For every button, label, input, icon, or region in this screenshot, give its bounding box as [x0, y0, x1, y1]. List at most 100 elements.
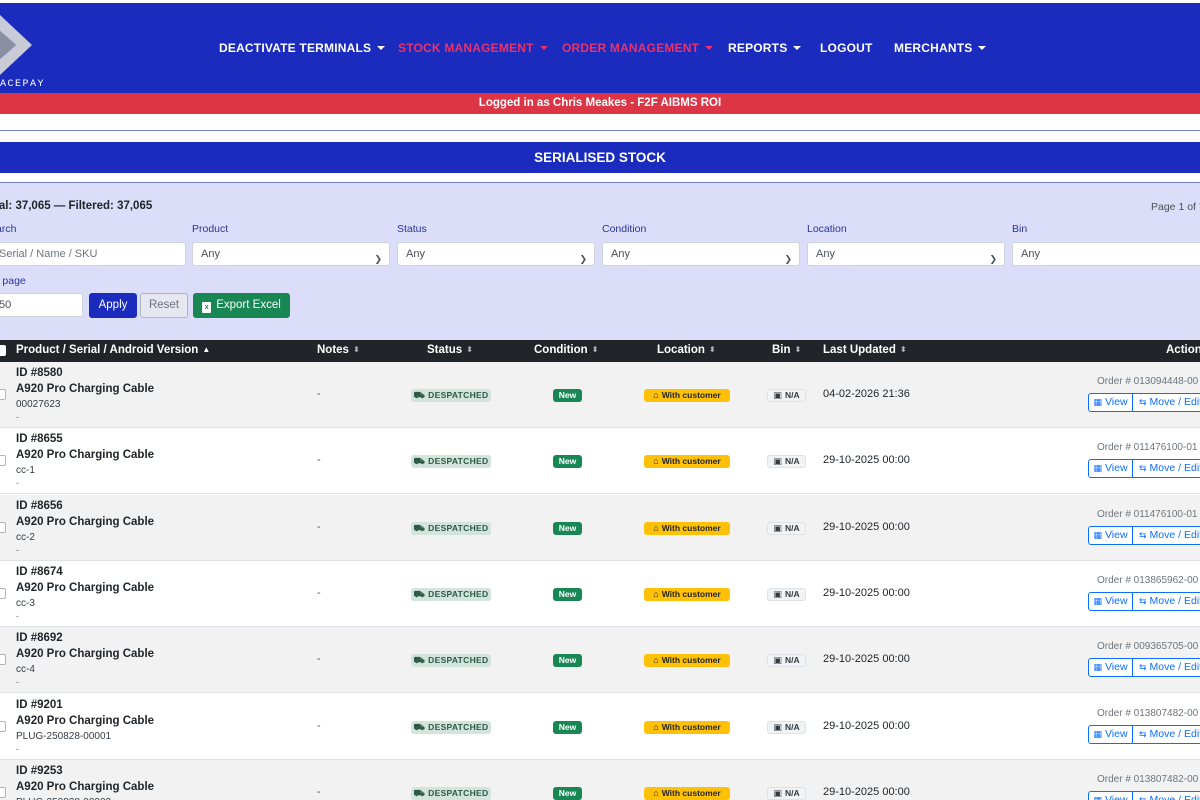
apply-button[interactable]: Apply: [89, 293, 137, 318]
view-button[interactable]: ▦ View: [1088, 526, 1133, 545]
move-edit-button[interactable]: ⇆ Move / Edit: [1132, 459, 1200, 478]
nav-item-stock-management[interactable]: STOCK MANAGEMENT: [398, 41, 548, 55]
product-name: A920 Pro Charging Cable: [16, 516, 155, 528]
row-checkbox[interactable]: [0, 455, 6, 466]
home-icon: ⌂: [653, 523, 659, 533]
nav-item-label: ORDER MANAGEMENT: [562, 41, 700, 55]
status-select[interactable]: Any ❯: [397, 242, 595, 266]
view-button[interactable]: ▦ View: [1088, 393, 1133, 412]
location-badge-label: With customer: [661, 390, 721, 400]
android-version: -: [16, 677, 19, 687]
table-header: Product / Serial / Android Version ▲ Note…: [0, 340, 1200, 362]
condition-select-value: Any: [611, 248, 630, 260]
column-header-status-label: Status: [427, 344, 463, 356]
android-version: -: [16, 611, 19, 621]
serial-number: cc-2: [16, 532, 35, 543]
move-edit-button-label: Move / Edit: [1149, 595, 1200, 607]
row-checkbox[interactable]: [0, 654, 6, 665]
calendar-icon: ▦: [1093, 463, 1102, 473]
row-checkbox[interactable]: [0, 522, 6, 533]
view-button[interactable]: ▦ View: [1088, 658, 1133, 677]
notes-cell: -: [317, 786, 321, 798]
nav-item-reports[interactable]: REPORTS: [728, 41, 802, 55]
view-button[interactable]: ▦ View: [1088, 725, 1133, 744]
bin-badge: ▣ N/A: [767, 588, 806, 601]
home-icon: ⌂: [653, 589, 659, 599]
column-header-location[interactable]: Location ⬍: [657, 344, 716, 356]
android-version: -: [16, 545, 19, 555]
move-edit-button[interactable]: ⇆ Move / Edit: [1132, 592, 1200, 611]
status-select-value: Any: [406, 248, 425, 260]
home-icon: ⌂: [653, 456, 659, 466]
logo-mark-icon: [0, 15, 32, 75]
move-edit-button[interactable]: ⇆ Move / Edit: [1132, 393, 1200, 412]
row-checkbox[interactable]: [0, 721, 6, 732]
move-edit-button-label: Move / Edit: [1149, 728, 1200, 740]
select-all-checkbox[interactable]: [0, 345, 6, 356]
view-button[interactable]: ▦ View: [1088, 791, 1133, 800]
column-header-product[interactable]: Product / Serial / Android Version ▲: [16, 344, 210, 356]
home-icon: ⌂: [653, 390, 659, 400]
order-number: Order # 013094448-00: [1097, 376, 1199, 387]
row-checkbox[interactable]: [0, 389, 6, 400]
move-edit-button[interactable]: ⇆ Move / Edit: [1132, 791, 1200, 800]
bin-badge-label: N/A: [784, 523, 800, 533]
nav-item-deactivate-terminals[interactable]: DEACTIVATE TERMINALS: [219, 41, 386, 55]
caret-down-icon: [793, 46, 802, 50]
sort-icon: ⬍: [899, 345, 907, 354]
bin-select-value: Any: [1021, 248, 1040, 260]
move-edit-button[interactable]: ⇆ Move / Edit: [1132, 526, 1200, 545]
truck-icon: ⛟: [413, 788, 426, 798]
column-header-notes[interactable]: Notes ⬍: [317, 344, 360, 356]
swap-icon: ⇆: [1139, 662, 1147, 672]
column-header-bin[interactable]: Bin ⬍: [772, 344, 801, 356]
row-checkbox[interactable]: [0, 787, 6, 798]
move-edit-button[interactable]: ⇆ Move / Edit: [1132, 725, 1200, 744]
chevron-down-icon: ❯: [989, 254, 997, 264]
view-button-label: View: [1104, 728, 1128, 740]
column-header-status[interactable]: Status ⬍: [427, 344, 473, 356]
login-banner: Logged in as Chris Meakes - F2F AIBMS RO…: [0, 93, 1200, 114]
move-edit-button[interactable]: ⇆ Move / Edit: [1132, 658, 1200, 677]
reset-button[interactable]: Reset: [140, 293, 188, 318]
swap-icon: ⇆: [1139, 795, 1147, 800]
nav-item-logout[interactable]: LOGOUT: [820, 41, 873, 55]
column-header-product-label: Product / Serial / Android Version: [16, 344, 199, 356]
divider: [0, 130, 1200, 131]
row-checkbox[interactable]: [0, 588, 6, 599]
column-header-last-updated[interactable]: Last Updated ⬍: [823, 344, 907, 356]
status-badge-label: DESPATCHED: [428, 390, 489, 400]
export-excel-button[interactable]: x Export Excel: [193, 293, 290, 318]
condition-select[interactable]: Any ❯: [602, 242, 800, 266]
excel-file-icon: x: [202, 302, 212, 313]
last-updated: 29-10-2025 00:00: [823, 720, 910, 732]
bin-badge: ▣ N/A: [767, 522, 806, 535]
android-version: -: [16, 744, 19, 754]
bin-select[interactable]: Any: [1012, 242, 1200, 266]
view-button[interactable]: ▦ View: [1088, 459, 1133, 478]
order-number: Order # 013807482-00: [1097, 774, 1199, 785]
bin-badge-label: N/A: [784, 456, 800, 466]
serial-number: PLUG-250828-00001: [16, 731, 112, 742]
calendar-icon: ▦: [1093, 530, 1102, 540]
swap-icon: ⇆: [1139, 729, 1147, 739]
view-button-label: View: [1104, 794, 1128, 800]
swap-icon: ⇆: [1139, 530, 1147, 540]
nav-item-merchants[interactable]: MERCHANTS: [894, 41, 987, 55]
location-select[interactable]: Any ❯: [807, 242, 1005, 266]
home-icon: ⌂: [653, 788, 659, 798]
view-button[interactable]: ▦ View: [1088, 592, 1133, 611]
product-name: A920 Pro Charging Cable: [16, 449, 155, 461]
per-page-input[interactable]: 50: [0, 293, 83, 317]
sort-icon: ⬍: [591, 345, 599, 354]
brand-logo[interactable]: ACEPAY: [0, 9, 60, 90]
product-select[interactable]: Any ❯: [192, 242, 390, 266]
location-badge-label: With customer: [661, 655, 721, 665]
move-edit-button-label: Move / Edit: [1149, 396, 1200, 408]
nav-item-order-management[interactable]: ORDER MANAGEMENT: [562, 41, 714, 55]
search-input[interactable]: Serial / Name / SKU: [0, 242, 186, 266]
view-button-label: View: [1104, 462, 1128, 474]
column-header-condition[interactable]: Condition ⬍: [534, 344, 598, 356]
swap-icon: ⇆: [1139, 596, 1147, 606]
nav-item-label: MERCHANTS: [894, 41, 973, 55]
